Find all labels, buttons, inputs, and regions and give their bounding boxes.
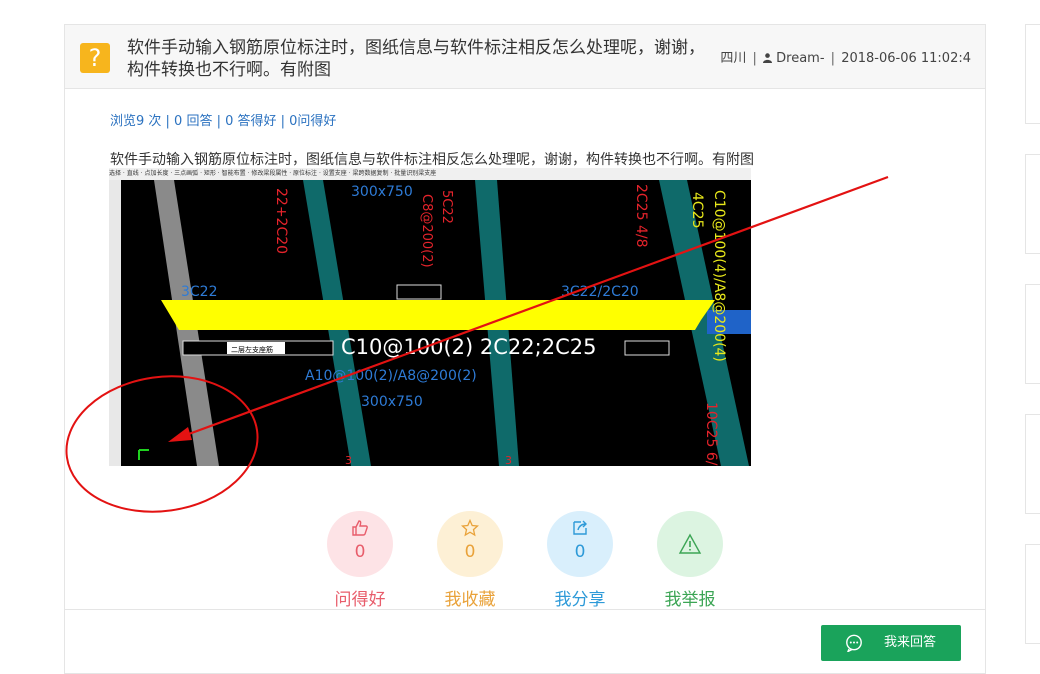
question-body: 软件手动输入钢筋原位标注时，图纸信息与软件标注相反怎么处理呢，谢谢，构件转换也不… (110, 152, 754, 168)
label-mark2: 3 (505, 454, 512, 466)
divider (65, 609, 985, 610)
label-size-bottom: 300x750 (361, 394, 423, 410)
favorite-count: 0 (464, 542, 476, 562)
label-blue-line: A10@100(2)/A8@200(2) (305, 368, 477, 384)
sidebar-box-1 (1025, 24, 1040, 124)
sidebar-box-5 (1025, 544, 1040, 644)
chat-bubble-icon (846, 634, 862, 652)
report-label: 我举报 (664, 590, 716, 610)
question-card: ? 软件手动输入钢筋原位标注时，图纸信息与软件标注相反怎么处理呢，谢谢，构件转换… (64, 24, 986, 674)
label-main: C10@100(2) 2C22;2C25 (341, 335, 596, 359)
attachment-image[interactable]: 选择 · 直线 · 点加长度 · 三点画弧 · 矩形 · 智能布置 · 修改梁段… (109, 168, 751, 466)
report-button[interactable]: 我举报 (657, 511, 723, 610)
label-mark1: 3 (345, 454, 352, 466)
warning-icon (657, 533, 723, 560)
thumbs-up-icon (327, 519, 393, 542)
label-mid2: C8@200(2) (419, 194, 434, 268)
like-button[interactable]: 0 问得好 (327, 511, 393, 610)
label-right3: C10@100(4)/A8@200(4) (711, 190, 727, 362)
label-mid1: 5C22 (439, 190, 454, 224)
favorite-label: 我收藏 (444, 590, 496, 610)
question-time: 2018-06-06 11:02:4 (841, 51, 971, 66)
share-button[interactable]: 0 我分享 (547, 511, 613, 610)
label-far-right: 10C25 6/ (703, 402, 719, 466)
share-count: 0 (574, 542, 586, 562)
question-header: ? 软件手动输入钢筋原位标注时，图纸信息与软件标注相反怎么处理呢，谢谢，构件转换… (65, 25, 985, 89)
question-meta: 四川 | Dream- | 2018-06-06 11:02:4 (720, 51, 971, 66)
user-icon (763, 53, 772, 63)
label-top-left: 22+2C20 (273, 188, 289, 254)
label-popup: 二层左支座筋 (231, 345, 273, 354)
answer-button-label: 我来回答 (884, 635, 937, 650)
sidebar-box-4 (1025, 414, 1040, 514)
question-stats: 浏览9 次 | 0 回答 | 0 答得好 | 0问得好 (110, 114, 337, 129)
label-right1: 2C25 4/8 (633, 184, 649, 247)
label-left-blue: 3C22 (181, 284, 218, 300)
label-size-top: 300x750 (351, 184, 413, 200)
favorite-button[interactable]: 0 我收藏 (437, 511, 503, 610)
question-title: 软件手动输入钢筋原位标注时，图纸信息与软件标注相反怎么处理呢，谢谢，构件转换也不… (127, 38, 705, 80)
question-location[interactable]: 四川 (720, 51, 746, 66)
label-right2: 4C25 (689, 192, 705, 229)
like-count: 0 (354, 542, 366, 562)
action-bar: 0 问得好 0 我收藏 0 我分享 我举报 (327, 511, 727, 610)
sidebar-box-2 (1025, 154, 1040, 254)
star-icon (437, 518, 503, 542)
question-user[interactable]: Dream- (776, 51, 824, 66)
share-icon (547, 519, 613, 542)
cad-drawing: 22+2C20 300x750 5C22 C8@200(2) 2C25 4/8 … (121, 180, 751, 466)
answer-button[interactable]: 我来回答 (821, 625, 961, 661)
share-label: 我分享 (554, 590, 606, 610)
sidebar-box-3 (1025, 284, 1040, 384)
like-label: 问得好 (334, 590, 386, 610)
label-right-blue: 3C22/2C20 (561, 284, 639, 300)
question-mark-icon: ? (80, 43, 110, 73)
